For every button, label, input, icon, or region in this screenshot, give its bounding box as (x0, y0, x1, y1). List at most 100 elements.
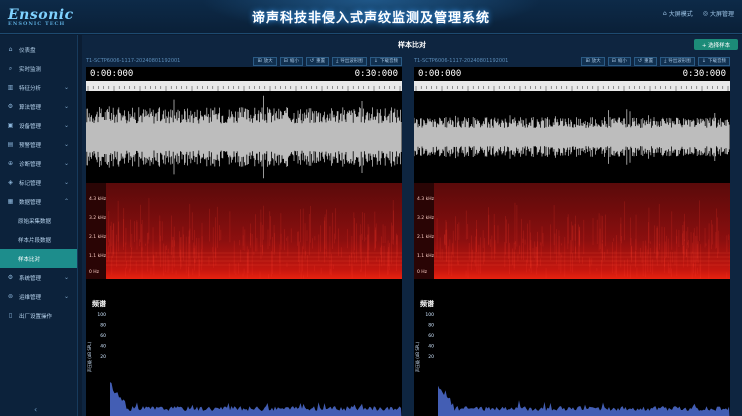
spectrogram-streak (530, 260, 532, 274)
spectrogram-streak (577, 224, 579, 259)
waveform-view[interactable] (85, 91, 402, 183)
sidebar-item-alarm[interactable]: ▤ 预警管理 ⌄ (0, 135, 77, 154)
spectrogram-streak (126, 260, 128, 269)
spectrogram-streak (148, 198, 150, 240)
spectrogram-streak (656, 225, 658, 257)
spectrogram-streak (648, 222, 649, 255)
waveform-view[interactable] (413, 91, 730, 183)
download-audio-button[interactable]: ↓ 下载音频 (697, 56, 730, 66)
spectrogram-streak (180, 236, 182, 268)
export-waveform-button[interactable]: ⤓ 导出波形图 (332, 56, 367, 66)
spectrogram-streak (534, 241, 536, 259)
spectrogram-streak (312, 238, 313, 249)
spectrogram-streak (140, 204, 141, 243)
spectrogram-streak (332, 264, 334, 269)
bigscreen-mode-label: 大屏模式 (668, 11, 693, 18)
spectrogram-label: 2.1 kHz (89, 234, 107, 240)
sidebar-subitem-raw-data[interactable]: 原始采集数据 (0, 211, 77, 230)
gear-icon: ⚙ (7, 274, 14, 281)
zoom-in-button[interactable]: ⊞ 放大 (253, 56, 277, 66)
spectrogram-streak (439, 237, 441, 260)
spectrogram-streak (269, 211, 271, 247)
spectrogram-streak (484, 237, 485, 262)
spectrogram-view[interactable]: 4.3 kHz 3.2 kHz 2.1 kHz 1.1 kHz 0 Hz (86, 183, 402, 279)
spectrogram-streak (279, 252, 281, 264)
reset-button[interactable]: ↺ 重置 (633, 56, 658, 66)
sidebar-item-dashboard[interactable]: ⌂ 仪表盘 (0, 40, 77, 59)
spectrogram-streak (191, 212, 193, 241)
zoom-out-button[interactable]: ⊟ 缩小 (607, 56, 631, 66)
spectrogram-streak (391, 222, 393, 264)
spectrogram-streak (671, 268, 673, 277)
sidebar-item-feature-analysis[interactable]: ▥ 特征分析 ⌄ (0, 78, 77, 97)
zoom-in-icon: ⊞ (585, 58, 590, 64)
sidebar-item-factory[interactable]: ▯ 出厂设置操作 (0, 306, 77, 325)
spectrogram-streak (626, 258, 628, 277)
zoom-in-icon: ⊞ (257, 58, 262, 64)
app-title: 谛声科技非侵入式声纹监测及管理系统 (251, 11, 490, 26)
time-range: 0:00:000 0:30:000 (86, 67, 402, 81)
sidebar-item-data[interactable]: ▦ 数据管理 ⌃ (0, 192, 77, 211)
bigscreen-mode-link[interactable]: ⌂ 大屏模式 (663, 9, 693, 18)
spectrogram-view[interactable]: 4.3 kHz 3.2 kHz 2.1 kHz 1.1 kHz 0 Hz (414, 183, 731, 279)
sidebar-item-realtime[interactable]: ⌕ 实时监测 (0, 59, 77, 78)
sidebar-subitem-sample-clips[interactable]: 样本片段数据 (0, 230, 77, 249)
spectrogram-streak (697, 241, 699, 263)
sidebar-item-ops[interactable]: ⊚ 运维管理 ⌄ (0, 287, 77, 306)
export-waveform-button[interactable]: ⤓ 导出波形图 (660, 56, 695, 66)
reset-button[interactable]: ↺ 重置 (305, 56, 330, 66)
spectrogram-streak (356, 223, 357, 263)
time-ruler[interactable] (414, 81, 730, 93)
spectrogram-streak (163, 243, 165, 276)
spectrogram-streak (340, 247, 342, 258)
spectrogram-streak (297, 231, 298, 246)
tool-label: 导出波形图 (668, 59, 691, 64)
spectrogram-streak (457, 260, 459, 265)
spectrogram-streak (268, 274, 269, 279)
spectrogram-streak (614, 250, 616, 275)
spectrogram-streak (540, 243, 542, 257)
sidebar-item-tag[interactable]: ◈ 标记管理 ⌄ (0, 173, 77, 192)
spectrum-axis-label: 声压级 (dB SPL) (86, 342, 92, 373)
spectrogram-streak (676, 236, 678, 277)
download-audio-button[interactable]: ↓ 下载音频 (369, 56, 402, 66)
time-ruler[interactable] (86, 81, 402, 93)
spectrogram-streak (299, 209, 301, 243)
bigscreen-admin-link[interactable]: ◎ 大屏管理 (703, 9, 734, 18)
spectrogram-streak (726, 272, 728, 278)
spectrogram-streak (683, 246, 684, 268)
spectrogram-streak (600, 215, 602, 253)
spectrogram-streak (630, 265, 631, 279)
spectrum-view: 频谱 声压级 (dB SPL) 100 80 60 40 20 (414, 279, 730, 416)
spectrogram-streak (704, 228, 706, 248)
spectrogram-streak (380, 247, 382, 256)
sidebar-item-system[interactable]: ⚙ 系统管理 ⌄ (0, 268, 77, 287)
spectrum-tick: 80 (428, 323, 434, 329)
spectrogram-streak (364, 213, 365, 242)
spectrogram-streak (561, 254, 563, 257)
spectrogram-streak (194, 245, 196, 264)
spectrogram-streak (130, 219, 131, 248)
spectrogram-streak (280, 233, 282, 250)
zoom-in-button[interactable]: ⊞ 放大 (581, 56, 605, 66)
spectrogram-streak (196, 237, 198, 259)
spectrogram-streak (201, 249, 203, 271)
sidebar-item-algorithm[interactable]: ⚙ 算法管理 ⌄ (0, 97, 77, 116)
spectrogram-streak (690, 232, 692, 264)
sidebar-item-label: 算法管理 (19, 104, 42, 111)
sidebar-item-device[interactable]: ▣ 设备管理 ⌄ (0, 116, 77, 135)
spectrogram-streak (243, 268, 245, 274)
sidebar-subitem-sample-compare[interactable]: 样本比对 (0, 249, 77, 268)
spectrogram-streak (141, 247, 143, 279)
sidebar-collapse-button[interactable]: ‹ (34, 405, 37, 414)
spectrogram-streak (652, 259, 654, 275)
select-sample-button[interactable]: + 选择样本 (694, 39, 738, 50)
zoom-out-button[interactable]: ⊟ 缩小 (279, 56, 303, 66)
spectrogram-streak (308, 213, 310, 256)
spectrogram-streak (185, 236, 187, 274)
sidebar-item-diagnosis[interactable]: ⊕ 诊断管理 ⌄ (0, 154, 77, 173)
spectrogram-streak (320, 267, 322, 274)
spectrogram-streak (476, 228, 478, 253)
spectrogram-streak (514, 202, 516, 245)
spectrogram-streak (131, 233, 133, 250)
